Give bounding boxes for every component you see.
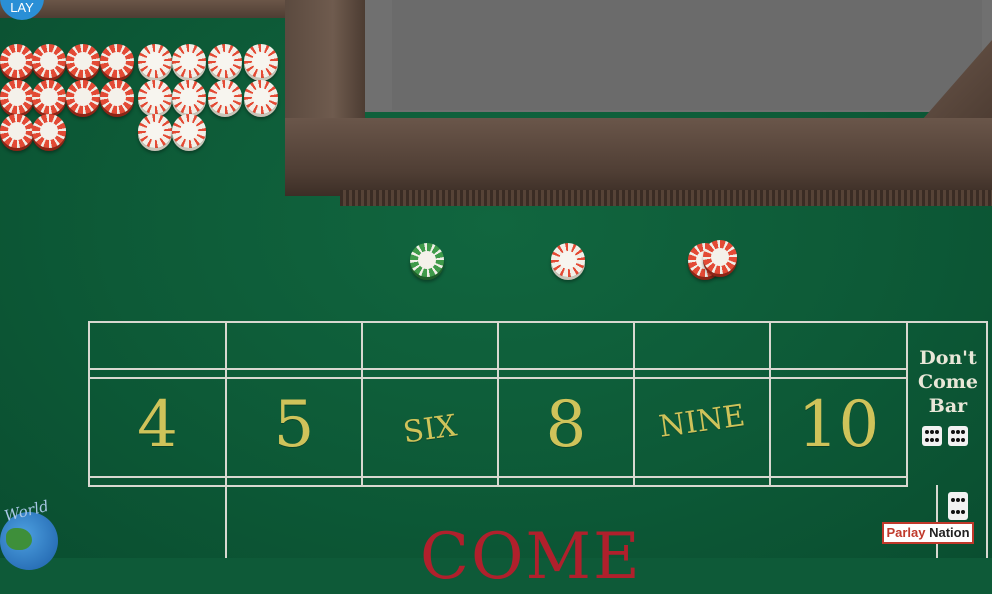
bet-chip-red-stack[interactable] [703,240,737,274]
rack-chip[interactable] [32,80,66,114]
rail-lip [340,190,992,206]
brand-part2: Nation [929,525,970,540]
rack-chip[interactable] [66,44,100,78]
rack-chip[interactable] [0,44,34,78]
rack-chip[interactable] [172,114,206,148]
rack-chip[interactable] [172,44,206,78]
brand-part1: Parlay [886,525,926,540]
rack-chip[interactable] [100,44,134,78]
rack-chip[interactable] [66,80,100,114]
rack-chip[interactable] [100,80,134,114]
dealer-area-inner [392,0,982,110]
place-8[interactable]: 8 [499,388,633,462]
die-icon [922,426,942,446]
rack-chip[interactable] [172,80,206,114]
rack-chip[interactable] [244,44,278,78]
rack-chip[interactable] [138,44,172,78]
parlay-nation-logo: Parlay Nation [882,522,974,544]
rack-chip[interactable] [0,80,34,114]
rack-chip[interactable] [208,44,242,78]
rack-chip[interactable] [208,80,242,114]
place-4[interactable]: 4 [90,388,225,462]
table-rail [285,118,992,196]
place-10[interactable]: 10 [771,388,906,462]
rack-chip[interactable] [244,80,278,114]
rack-chip[interactable] [138,80,172,114]
dont-come-bar-label[interactable]: Don't Come Bar [910,346,986,418]
die-icon [948,426,968,446]
rail-left [0,0,290,18]
die-icon [948,492,968,520]
rack-chip[interactable] [32,114,66,148]
rack-chip[interactable] [138,114,172,148]
rack-chip[interactable] [32,44,66,78]
place-5[interactable]: 5 [227,388,361,462]
come-label[interactable]: COME [420,520,642,594]
bet-chip-white[interactable] [551,243,585,277]
rack-chip[interactable] [0,114,34,148]
bet-chip-green[interactable] [410,243,444,277]
